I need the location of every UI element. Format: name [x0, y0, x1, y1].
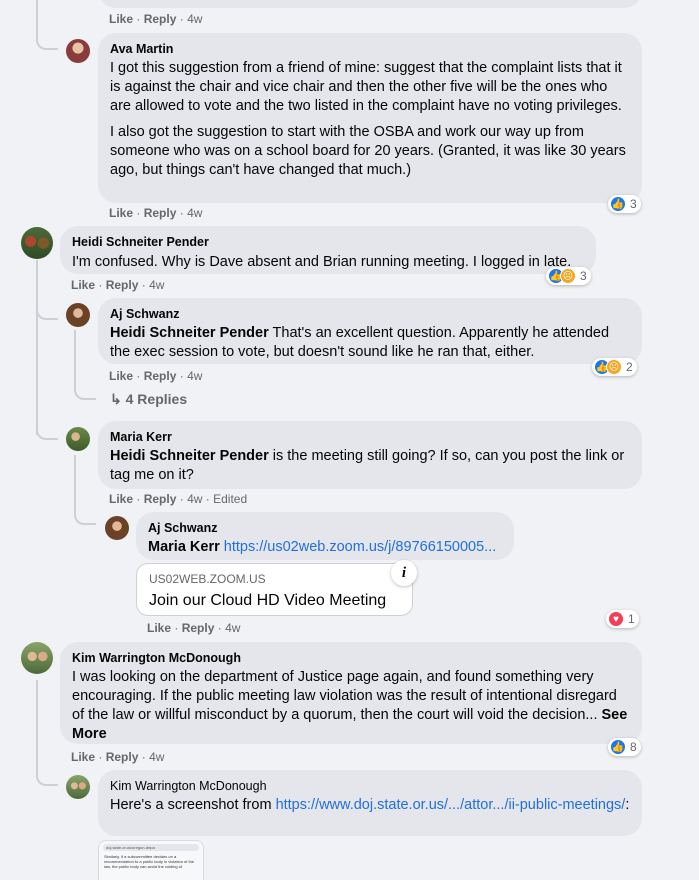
comment-actions: Like · Reply · 4w	[109, 206, 203, 220]
view-replies-link[interactable]: ↳ 4 Replies	[110, 391, 187, 408]
comment-bubble: Kim Warrington McDonough Here's a screen…	[98, 770, 642, 836]
avatar[interactable]	[21, 642, 53, 674]
link-preview-card[interactable]: US02WEB.ZOOM.US Join our Cloud HD Video …	[136, 563, 413, 616]
like-link[interactable]: Like	[71, 278, 95, 292]
thread-curve	[36, 300, 58, 320]
timestamp[interactable]: 4w	[187, 369, 202, 383]
avatar[interactable]	[21, 227, 53, 259]
reply-link[interactable]: Reply	[182, 621, 215, 635]
angry-reaction-icon: ☹	[606, 359, 622, 375]
thumbnail-url-bar: doj.state.or.us/oregon-depa	[103, 844, 199, 851]
comment-actions: Like · Reply · 4w	[147, 621, 241, 635]
reply-link[interactable]: Reply	[144, 12, 177, 26]
link-preview-title: Join our Cloud HD Video Meeting	[149, 592, 387, 609]
comment-bubble: Aj Schwanz Maria Kerr https://us02web.zo…	[136, 512, 514, 560]
reply-link[interactable]: Reply	[106, 750, 139, 764]
reply-link[interactable]: Reply	[144, 492, 177, 506]
thread-curve	[36, 28, 58, 50]
like-link[interactable]: Like	[147, 621, 171, 635]
timestamp[interactable]: 4w	[225, 621, 240, 635]
comment-actions: Like · Reply · 4w	[109, 369, 203, 383]
link-preview-domain: US02WEB.ZOOM.US	[149, 572, 266, 586]
reaction-summary[interactable]: ♥ 1	[606, 610, 639, 628]
thread-line	[36, 320, 38, 435]
mention-link[interactable]: Heidi Schneiter Pender	[110, 325, 269, 341]
comment-text: Maria Kerr https://us02web.zoom.us/j/897…	[148, 538, 502, 557]
comment-text: Heidi Schneiter Pender is the meeting st…	[110, 448, 625, 483]
reaction-summary[interactable]: 👍 3	[608, 195, 641, 213]
comment-bubble: Ava Martin I got this suggestion from a …	[98, 33, 642, 203]
like-link[interactable]: Like	[109, 12, 133, 26]
comment-text: Here's a screenshot from https://www.doj…	[110, 797, 630, 813]
avatar[interactable]	[66, 775, 90, 799]
reaction-count: 2	[626, 360, 633, 374]
timestamp[interactable]: 4w	[187, 12, 202, 26]
thumbnail-text: Similarly, if a subcommittee decides on …	[104, 854, 195, 869]
comment-text: Heidi Schneiter Pender That's an excelle…	[110, 325, 610, 360]
avatar[interactable]	[105, 516, 129, 540]
comment-bubble-partial	[98, 0, 642, 8]
like-link[interactable]: Like	[109, 492, 133, 506]
reaction-count: 3	[630, 197, 637, 211]
mention-link[interactable]: Heidi Schneiter Pender	[110, 448, 269, 464]
reply-link[interactable]: Reply	[106, 278, 139, 292]
like-reaction-icon: 👍	[610, 196, 626, 212]
comment-bubble: Heidi Schneiter Pender I'm confused. Why…	[60, 226, 596, 274]
love-reaction-icon: ♥	[608, 611, 624, 627]
like-link[interactable]: Like	[109, 206, 133, 220]
angry-reaction-icon: ☹	[560, 268, 576, 284]
avatar[interactable]	[66, 303, 90, 327]
comment-text: I also got the suggestion to start with …	[110, 124, 626, 178]
comment-bubble: Maria Kerr Heidi Schneiter Pender is the…	[98, 421, 642, 489]
commenter-name[interactable]: Maria Kerr	[110, 429, 630, 445]
thread-line	[36, 680, 38, 768]
screenshot-thumbnail[interactable]: doj.state.or.us/oregon-depa Similarly, i…	[98, 840, 204, 880]
reaction-summary[interactable]: 👍 ☹ 2	[592, 358, 637, 376]
avatar[interactable]	[66, 427, 90, 451]
timestamp[interactable]: 4w	[187, 492, 202, 506]
comment-actions: Like · Reply · 4w	[71, 278, 165, 292]
thread-curve	[36, 764, 58, 786]
mention-link[interactable]: Maria Kerr	[148, 539, 220, 555]
commenter-name[interactable]: Kim Warrington McDonough	[72, 650, 630, 666]
like-reaction-icon: 👍	[610, 739, 626, 755]
comment-text: I'm confused. Why is Dave absent and Bri…	[72, 254, 572, 270]
reaction-count: 3	[580, 269, 587, 283]
thread-curve	[74, 380, 96, 400]
like-link[interactable]: Like	[109, 369, 133, 383]
comment-actions: Like · Reply · 4w	[71, 750, 165, 764]
timestamp[interactable]: 4w	[187, 206, 202, 220]
comment-actions: Like · Reply · 4w · Edited	[109, 492, 248, 506]
zoom-link[interactable]: https://us02web.zoom.us/j/89766150005...	[224, 539, 496, 555]
comment-bubble: Aj Schwanz Heidi Schneiter Pender That's…	[98, 298, 642, 364]
timestamp[interactable]: 4w	[149, 278, 164, 292]
comment-actions: Like · Reply · 4w	[109, 12, 203, 26]
like-link[interactable]: Like	[71, 750, 95, 764]
reaction-summary[interactable]: 👍 ☹ 3	[546, 267, 591, 285]
reaction-summary[interactable]: 👍 8	[608, 738, 641, 756]
avatar[interactable]	[66, 39, 90, 63]
info-icon[interactable]: i	[391, 560, 417, 586]
commenter-name[interactable]: Heidi Schneiter Pender	[72, 234, 584, 250]
commenter-name[interactable]: Aj Schwanz	[148, 520, 502, 536]
edited-label[interactable]: Edited	[213, 492, 247, 506]
doj-link[interactable]: https://www.doj.state.or.us/.../attor...…	[276, 797, 626, 813]
reply-arrow-icon: ↳	[110, 391, 122, 407]
thread-curve	[74, 505, 96, 525]
comment-text: I was looking on the department of Justi…	[72, 669, 628, 742]
reply-link[interactable]: Reply	[144, 369, 177, 383]
reply-link[interactable]: Reply	[144, 206, 177, 220]
comment-text: I got this suggestion from a friend of m…	[110, 60, 622, 114]
timestamp[interactable]: 4w	[149, 750, 164, 764]
reaction-count: 1	[628, 612, 635, 626]
commenter-name[interactable]: Kim Warrington McDonough	[110, 778, 630, 794]
comment-bubble: Kim Warrington McDonough I was looking o…	[60, 642, 642, 744]
thread-curve	[36, 420, 58, 440]
reaction-count: 8	[630, 740, 637, 754]
commenter-name[interactable]: Aj Schwanz	[110, 306, 630, 322]
commenter-name[interactable]: Ava Martin	[110, 41, 630, 57]
